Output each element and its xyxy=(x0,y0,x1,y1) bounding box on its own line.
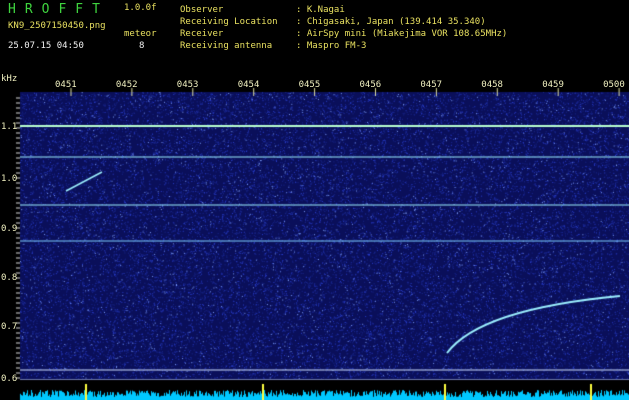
x-tick-label: 0454 xyxy=(237,80,260,90)
meteor-label: meteor xyxy=(124,29,157,39)
x-tick-label: 0456 xyxy=(359,80,382,90)
station-value-location: : Chigasaki, Japan (139.414 35.340) xyxy=(296,17,486,27)
x-tick-label: 0500 xyxy=(603,80,625,90)
version-label: 1.0.0f xyxy=(124,3,157,13)
station-value-antenna: : Maspro FM-3 xyxy=(296,41,367,51)
y-axis-unit: kHz xyxy=(1,74,18,84)
y-tick-label: 1.1 xyxy=(1,122,18,132)
x-tick-label: 0451 xyxy=(55,80,77,90)
y-tick-label: 0.6 xyxy=(1,374,18,384)
station-value-observer: : K.Nagai xyxy=(296,5,345,15)
x-tick-label: 0458 xyxy=(481,80,503,90)
station-label-antenna: Receiving antenna xyxy=(180,41,273,51)
meteor-count: 8 xyxy=(139,41,145,51)
y-tick-label: 1.0 xyxy=(1,174,18,184)
station-value-receiver: : AirSpy mini (Miakejima VOR 108.65MHz) xyxy=(296,29,508,39)
station-label-observer: Observer xyxy=(180,5,224,15)
filename-label: KN9_2507150450.png xyxy=(8,21,106,31)
station-label-receiver: Receiver xyxy=(180,29,224,39)
x-tick-label: 0459 xyxy=(542,80,564,90)
x-tick-label: 0453 xyxy=(176,80,199,90)
datetime-label: 25.07.15 04:50 xyxy=(8,41,84,51)
x-tick-label: 0457 xyxy=(420,80,443,90)
y-tick-label: 0.9 xyxy=(1,224,18,234)
app-logo: HROFFT xyxy=(8,2,109,17)
x-tick-label: 0455 xyxy=(298,80,321,90)
y-tick-label: 0.7 xyxy=(1,322,18,332)
x-tick-label: 0452 xyxy=(115,80,138,90)
station-label-location: Receiving Location xyxy=(180,17,278,27)
y-tick-label: 0.8 xyxy=(1,273,18,283)
spectrogram xyxy=(0,74,629,400)
